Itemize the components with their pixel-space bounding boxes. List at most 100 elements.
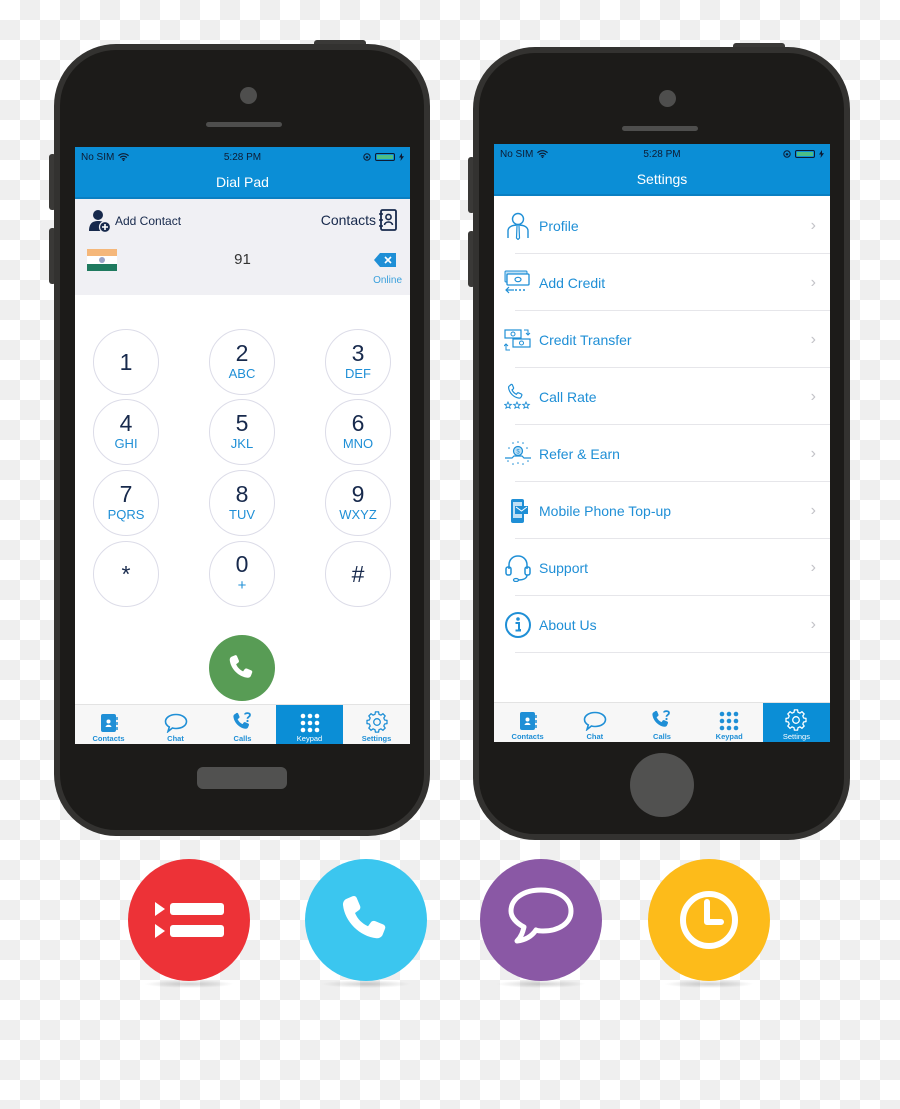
key-letters: GHI xyxy=(114,436,138,452)
nav-title-bar: Dial Pad xyxy=(75,167,410,199)
contacts-button[interactable]: Contacts xyxy=(321,209,398,231)
chevron-right-icon: › xyxy=(810,615,816,633)
chevron-right-icon: › xyxy=(810,330,816,348)
tab-label: Chat xyxy=(586,732,604,741)
settings-item-refer-earn[interactable]: $ Refer & Earn › xyxy=(494,425,830,482)
profile-icon xyxy=(507,212,529,240)
tab-calls[interactable]: Calls xyxy=(628,703,695,742)
backspace-icon xyxy=(374,253,396,267)
settings-list: Profile › Add Credit › Credit Transfer ›… xyxy=(494,197,830,653)
dialed-number[interactable]: 91 xyxy=(75,251,410,268)
wifi-icon xyxy=(537,150,549,158)
page-title: Dial Pad xyxy=(216,174,269,190)
charging-icon xyxy=(399,153,404,161)
contacts-book-icon xyxy=(519,712,537,730)
info-icon xyxy=(505,611,531,638)
tab-label: Settings xyxy=(782,732,810,741)
nav-title-bar: Settings xyxy=(494,164,830,196)
phone-dialpad: No SIM 5:28 PM Dial Pad Add Contact Cont… xyxy=(54,44,430,836)
battery-icon xyxy=(375,153,395,161)
call-button[interactable] xyxy=(209,635,275,701)
refer-earn-icon: $ xyxy=(505,440,531,465)
status-bar: No SIM 5:28 PM xyxy=(494,144,830,164)
carrier-label: No SIM xyxy=(81,151,115,163)
settings-item-support[interactable]: Support › xyxy=(494,539,830,596)
settings-item-about[interactable]: About Us › xyxy=(494,596,830,653)
page-title: Settings xyxy=(636,171,688,187)
chevron-right-icon: › xyxy=(810,444,816,462)
tab-contacts[interactable]: Contacts xyxy=(75,705,142,744)
front-camera xyxy=(659,90,676,107)
key-letters: + xyxy=(237,577,247,594)
settings-item-label: About Us xyxy=(539,616,597,633)
add-contact-icon xyxy=(89,210,111,233)
add-contact-button[interactable]: Add Contact xyxy=(89,209,181,233)
battery-icon xyxy=(795,150,815,158)
key-6[interactable]: 6 MNO xyxy=(325,399,391,465)
feature-list-badge xyxy=(128,859,250,981)
add-contact-label: Add Contact xyxy=(115,214,182,228)
key-8[interactable]: 8 TUV xyxy=(209,470,275,536)
list-icon xyxy=(155,902,224,938)
earpiece-speaker xyxy=(622,126,698,131)
home-button[interactable] xyxy=(197,767,287,789)
settings-item-add-credit[interactable]: Add Credit › xyxy=(494,254,830,311)
home-button[interactable] xyxy=(630,753,694,817)
key-2[interactable]: 2 ABC xyxy=(209,329,275,395)
settings-item-call-rate[interactable]: Call Rate › xyxy=(494,368,830,425)
feature-phone-badge xyxy=(305,859,427,981)
phone-icon xyxy=(342,895,386,939)
key-9[interactable]: 9 WXYZ xyxy=(325,470,391,536)
key-5[interactable]: 5 JKL xyxy=(209,399,275,465)
tab-chat[interactable]: Chat xyxy=(561,703,628,742)
key-digit: 1 xyxy=(119,348,133,375)
tab-label: Calls xyxy=(653,732,671,741)
key-digit: 7 xyxy=(119,481,133,508)
tab-contacts[interactable]: Contacts xyxy=(494,703,561,742)
settings-item-profile[interactable]: Profile › xyxy=(494,197,830,254)
chevron-right-icon: › xyxy=(810,216,816,234)
add-credit-icon xyxy=(504,270,530,293)
settings-item-credit-transfer[interactable]: Credit Transfer › xyxy=(494,311,830,368)
chevron-right-icon: › xyxy=(810,501,816,519)
status-bar: No SIM 5:28 PM xyxy=(75,147,410,167)
icon-shadow xyxy=(144,980,234,988)
feature-chat-badge xyxy=(480,859,602,981)
key-0[interactable]: 0 + xyxy=(209,541,275,607)
key-4[interactable]: 4 GHI xyxy=(93,399,159,465)
front-camera xyxy=(240,87,257,104)
dialpad-screen: No SIM 5:28 PM Dial Pad Add Contact Cont… xyxy=(75,147,410,744)
settings-item-label: Profile xyxy=(539,217,579,234)
key-3[interactable]: 3 DEF xyxy=(325,329,391,395)
clock-icon xyxy=(680,891,738,949)
key-letters: MNO xyxy=(342,436,374,452)
tab-calls[interactable]: Calls xyxy=(209,705,276,744)
contacts-label: Contacts xyxy=(320,212,376,228)
tab-settings[interactable]: Settings xyxy=(343,705,410,744)
tab-bar: Contacts Chat Calls Keypad Settings xyxy=(494,702,830,742)
backspace-button[interactable] xyxy=(374,253,396,272)
settings-item-label: Mobile Phone Top-up xyxy=(539,502,672,519)
key-digit: 5 xyxy=(235,410,249,437)
tab-chat[interactable]: Chat xyxy=(142,705,209,744)
chevron-right-icon: › xyxy=(810,273,816,291)
settings-item-label: Credit Transfer xyxy=(539,331,632,348)
key-hash[interactable]: # xyxy=(325,541,391,607)
key-1[interactable]: 1 xyxy=(93,329,159,395)
settings-item-label: Add Credit xyxy=(539,274,606,291)
key-digit: 0 xyxy=(235,551,249,577)
feature-clock-badge xyxy=(648,859,770,981)
tab-settings[interactable]: Settings xyxy=(762,703,830,742)
tab-keypad[interactable]: Keypad xyxy=(696,703,763,742)
key-digit: 9 xyxy=(351,481,365,508)
settings-item-mobile-topup[interactable]: Mobile Phone Top-up › xyxy=(494,482,830,539)
key-7[interactable]: 7 PQRS xyxy=(93,470,159,536)
settings-item-label: Support xyxy=(539,559,589,576)
call-question-icon xyxy=(652,710,670,727)
key-star[interactable]: * xyxy=(93,541,159,607)
tab-label: Contacts xyxy=(92,734,125,743)
gear-icon xyxy=(365,711,388,733)
tab-keypad[interactable]: Keypad xyxy=(276,705,343,744)
tab-label: Chat xyxy=(167,734,184,743)
call-rate-icon xyxy=(504,383,531,409)
